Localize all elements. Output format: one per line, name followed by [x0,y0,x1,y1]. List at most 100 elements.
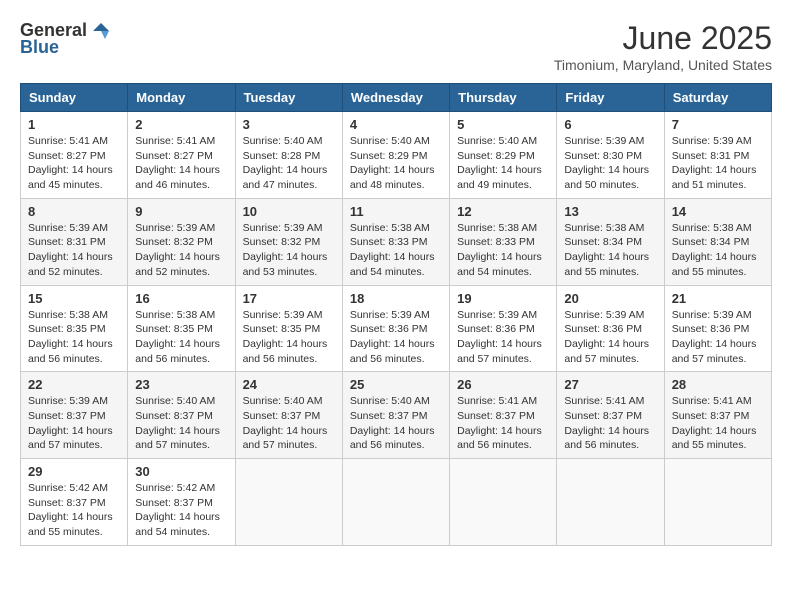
day-number: 12 [457,204,549,219]
day-number: 26 [457,377,549,392]
header: General Blue June 2025 Timonium, Marylan… [20,20,772,73]
day-number: 2 [135,117,227,132]
day-number: 22 [28,377,120,392]
day-number: 25 [350,377,442,392]
day-info: Sunrise: 5:38 AMSunset: 8:35 PMDaylight:… [135,308,227,367]
calendar-cell [235,459,342,546]
calendar-cell: 29 Sunrise: 5:42 AMSunset: 8:37 PMDayligh… [21,459,128,546]
calendar-cell: 17 Sunrise: 5:39 AMSunset: 8:35 PMDayligh… [235,285,342,372]
header-wednesday: Wednesday [342,84,449,112]
calendar-cell: 5 Sunrise: 5:40 AMSunset: 8:29 PMDaylight… [450,112,557,199]
calendar-cell: 14 Sunrise: 5:38 AMSunset: 8:34 PMDayligh… [664,198,771,285]
calendar-cell: 23Sunrise: 5:40 AMSunset: 8:37 PMDayligh… [128,372,235,459]
day-number: 7 [672,117,764,132]
calendar-cell: 30 Sunrise: 5:42 AMSunset: 8:37 PMDayligh… [128,459,235,546]
day-info: Sunrise: 5:41 AMSunset: 8:37 PMDaylight:… [564,394,656,453]
day-number: 29 [28,464,120,479]
calendar-cell [450,459,557,546]
header-monday: Monday [128,84,235,112]
title-area: June 2025 Timonium, Maryland, United Sta… [554,20,772,73]
calendar-cell: 19 Sunrise: 5:39 AMSunset: 8:36 PMDayligh… [450,285,557,372]
day-info: Sunrise: 5:39 AMSunset: 8:32 PMDaylight:… [243,221,335,280]
day-info: Sunrise: 5:39 AMSunset: 8:35 PMDaylight:… [243,308,335,367]
day-number: 14 [672,204,764,219]
calendar-cell: 6 Sunrise: 5:39 AMSunset: 8:30 PMDaylight… [557,112,664,199]
day-info: Sunrise: 5:39 AMSunset: 8:31 PMDaylight:… [28,221,120,280]
day-number: 24 [243,377,335,392]
day-number: 27 [564,377,656,392]
calendar-cell: 27 Sunrise: 5:41 AMSunset: 8:37 PMDayligh… [557,372,664,459]
calendar-cell [342,459,449,546]
day-info: Sunrise: 5:39 AMSunset: 8:32 PMDaylight:… [135,221,227,280]
day-info: Sunrise: 5:40 AMSunset: 8:37 PMDaylight:… [135,394,227,453]
day-number: 16 [135,291,227,306]
calendar-cell: 25 Sunrise: 5:40 AMSunset: 8:37 PMDayligh… [342,372,449,459]
logo: General Blue [20,20,111,58]
day-info: Sunrise: 5:42 AMSunset: 8:37 PMDaylight:… [28,481,120,540]
day-info: Sunrise: 5:40 AMSunset: 8:37 PMDaylight:… [243,394,335,453]
day-info: Sunrise: 5:38 AMSunset: 8:34 PMDaylight:… [672,221,764,280]
day-number: 9 [135,204,227,219]
calendar-cell: 9 Sunrise: 5:39 AMSunset: 8:32 PMDaylight… [128,198,235,285]
day-info: Sunrise: 5:40 AMSunset: 8:29 PMDaylight:… [350,134,442,193]
calendar-week-5: 29 Sunrise: 5:42 AMSunset: 8:37 PMDayligh… [21,459,772,546]
day-number: 19 [457,291,549,306]
day-info: Sunrise: 5:38 AMSunset: 8:35 PMDaylight:… [28,308,120,367]
calendar-cell: 16 Sunrise: 5:38 AMSunset: 8:35 PMDayligh… [128,285,235,372]
month-title: June 2025 [554,20,772,57]
day-number: 30 [135,464,227,479]
day-number: 4 [350,117,442,132]
calendar-week-1: 1Sunrise: 5:41 AMSunset: 8:27 PMDaylight… [21,112,772,199]
day-number: 6 [564,117,656,132]
day-info: Sunrise: 5:40 AMSunset: 8:37 PMDaylight:… [350,394,442,453]
day-number: 13 [564,204,656,219]
day-info: Sunrise: 5:39 AMSunset: 8:36 PMDaylight:… [457,308,549,367]
day-info: Sunrise: 5:39 AMSunset: 8:30 PMDaylight:… [564,134,656,193]
day-number: 28 [672,377,764,392]
location-title: Timonium, Maryland, United States [554,57,772,73]
calendar-table: SundayMondayTuesdayWednesdayThursdayFrid… [20,83,772,546]
calendar-cell: 10 Sunrise: 5:39 AMSunset: 8:32 PMDayligh… [235,198,342,285]
calendar-cell [664,459,771,546]
calendar-cell: 7 Sunrise: 5:39 AMSunset: 8:31 PMDaylight… [664,112,771,199]
calendar-cell: 13 Sunrise: 5:38 AMSunset: 8:34 PMDayligh… [557,198,664,285]
day-info: Sunrise: 5:38 AMSunset: 8:33 PMDaylight:… [350,221,442,280]
day-number: 15 [28,291,120,306]
day-info: Sunrise: 5:41 AMSunset: 8:27 PMDaylight:… [135,134,227,193]
calendar-cell: 20Sunrise: 5:39 AMSunset: 8:36 PMDayligh… [557,285,664,372]
day-info: Sunrise: 5:38 AMSunset: 8:33 PMDaylight:… [457,221,549,280]
calendar-cell: 15 Sunrise: 5:38 AMSunset: 8:35 PMDayligh… [21,285,128,372]
header-friday: Friday [557,84,664,112]
day-info: Sunrise: 5:42 AMSunset: 8:37 PMDaylight:… [135,481,227,540]
day-number: 17 [243,291,335,306]
day-number: 3 [243,117,335,132]
day-number: 20 [564,291,656,306]
day-info: Sunrise: 5:40 AMSunset: 8:28 PMDaylight:… [243,134,335,193]
calendar-week-4: 22 Sunrise: 5:39 AMSunset: 8:37 PMDayligh… [21,372,772,459]
day-info: Sunrise: 5:40 AMSunset: 8:29 PMDaylight:… [457,134,549,193]
calendar-cell: 26 Sunrise: 5:41 AMSunset: 8:37 PMDayligh… [450,372,557,459]
day-info: Sunrise: 5:39 AMSunset: 8:31 PMDaylight:… [672,134,764,193]
calendar-cell: 1Sunrise: 5:41 AMSunset: 8:27 PMDaylight… [21,112,128,199]
day-info: Sunrise: 5:39 AMSunset: 8:36 PMDaylight:… [672,308,764,367]
calendar-cell: 21 Sunrise: 5:39 AMSunset: 8:36 PMDayligh… [664,285,771,372]
calendar-cell: 18Sunrise: 5:39 AMSunset: 8:36 PMDayligh… [342,285,449,372]
day-number: 21 [672,291,764,306]
day-info: Sunrise: 5:41 AMSunset: 8:37 PMDaylight:… [457,394,549,453]
calendar-cell: 28 Sunrise: 5:41 AMSunset: 8:37 PMDayligh… [664,372,771,459]
calendar-cell [557,459,664,546]
calendar-week-3: 15 Sunrise: 5:38 AMSunset: 8:35 PMDayligh… [21,285,772,372]
header-row: SundayMondayTuesdayWednesdayThursdayFrid… [21,84,772,112]
calendar-cell: 4 Sunrise: 5:40 AMSunset: 8:29 PMDaylight… [342,112,449,199]
header-thursday: Thursday [450,84,557,112]
calendar-cell: 12 Sunrise: 5:38 AMSunset: 8:33 PMDayligh… [450,198,557,285]
day-info: Sunrise: 5:41 AMSunset: 8:37 PMDaylight:… [672,394,764,453]
calendar-cell: 24 Sunrise: 5:40 AMSunset: 8:37 PMDayligh… [235,372,342,459]
day-number: 10 [243,204,335,219]
day-info: Sunrise: 5:38 AMSunset: 8:34 PMDaylight:… [564,221,656,280]
day-number: 5 [457,117,549,132]
day-info: Sunrise: 5:39 AMSunset: 8:37 PMDaylight:… [28,394,120,453]
calendar-week-2: 8Sunrise: 5:39 AMSunset: 8:31 PMDaylight… [21,198,772,285]
day-number: 18 [350,291,442,306]
calendar-cell: 11Sunrise: 5:38 AMSunset: 8:33 PMDayligh… [342,198,449,285]
